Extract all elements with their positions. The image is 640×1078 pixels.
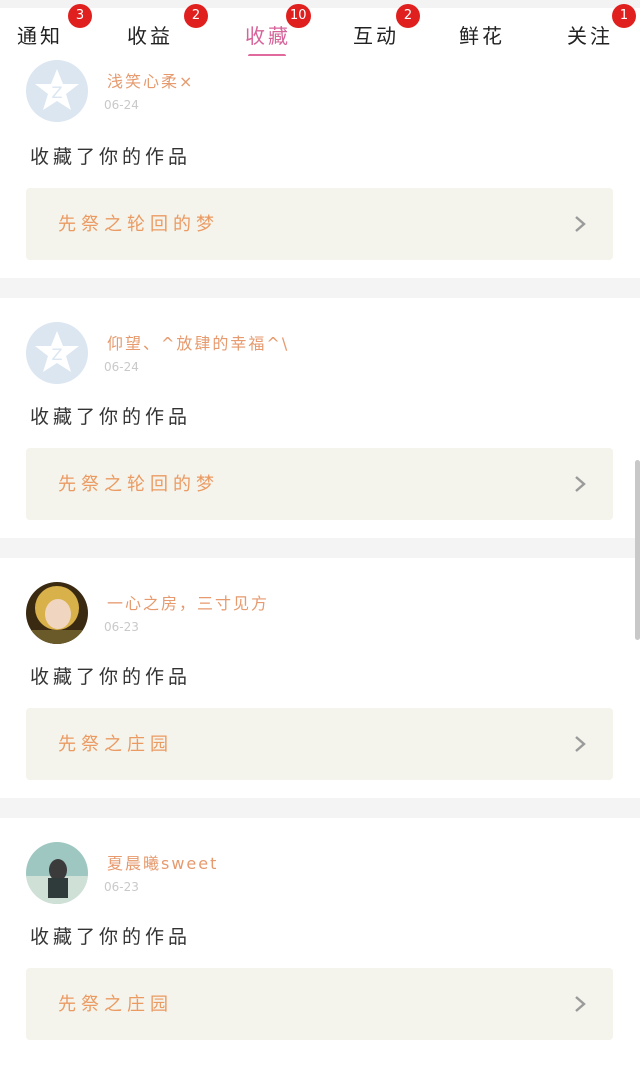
default-avatar-icon[interactable]: Z	[26, 322, 88, 384]
chevron-right-icon	[575, 996, 586, 1012]
divider	[0, 798, 640, 818]
photo-avatar[interactable]	[26, 582, 88, 644]
work-link[interactable]: 先祭之轮回的梦	[26, 448, 613, 520]
tab-label: 收益	[127, 24, 173, 48]
username[interactable]: 仰望、^放肆的幸福^\	[107, 330, 289, 354]
tab-badge: 2	[396, 4, 420, 28]
work-title: 先祭之轮回的梦	[58, 474, 219, 495]
tab-label: 鲜花	[459, 24, 505, 48]
work-title: 先祭之庄园	[58, 994, 173, 1015]
date: 06-23	[104, 620, 139, 634]
tab-badge: 1	[612, 4, 636, 28]
username[interactable]: 浅笑心柔×	[107, 68, 194, 92]
feed-item: Z 浅笑心柔× 06-24 收藏了你的作品 先祭之轮回的梦	[0, 56, 640, 316]
work-link[interactable]: 先祭之轮回的梦	[26, 188, 613, 260]
action-text: 收藏了你的作品	[30, 146, 192, 168]
work-link[interactable]: 先祭之庄园	[26, 968, 613, 1040]
scrollbar[interactable]	[635, 460, 640, 640]
username[interactable]: 一心之房，三寸见方	[107, 590, 269, 614]
work-title: 先祭之庄园	[58, 734, 173, 755]
date: 06-23	[104, 880, 139, 894]
divider	[0, 538, 640, 558]
tab-badge: 2	[184, 4, 208, 28]
date: 06-24	[104, 98, 139, 112]
work-link[interactable]: 先祭之庄园	[26, 708, 613, 780]
action-text: 收藏了你的作品	[30, 406, 192, 428]
svg-text:Z: Z	[52, 345, 63, 364]
svg-text:Z: Z	[52, 83, 63, 102]
date: 06-24	[104, 360, 139, 374]
username[interactable]: 夏晨曦sweet	[107, 850, 218, 874]
photo-avatar[interactable]	[26, 842, 88, 904]
action-text: 收藏了你的作品	[30, 666, 192, 688]
feed-item: Z 仰望、^放肆的幸福^\ 06-24 收藏了你的作品 先祭之轮回的梦	[0, 298, 640, 558]
feed-item: 一心之房，三寸见方 06-23 收藏了你的作品 先祭之庄园	[0, 558, 640, 818]
action-text: 收藏了你的作品	[30, 926, 192, 948]
chevron-right-icon	[575, 476, 586, 492]
chevron-right-icon	[575, 736, 586, 752]
chevron-right-icon	[575, 216, 586, 232]
tab-badge: 3	[68, 4, 92, 28]
default-avatar-icon[interactable]: Z	[26, 60, 88, 122]
tab-badge: 10	[286, 4, 311, 28]
divider	[0, 278, 640, 298]
work-title: 先祭之轮回的梦	[58, 214, 219, 235]
feed-item: 夏晨曦sweet 06-23 收藏了你的作品 先祭之庄园	[0, 818, 640, 1078]
